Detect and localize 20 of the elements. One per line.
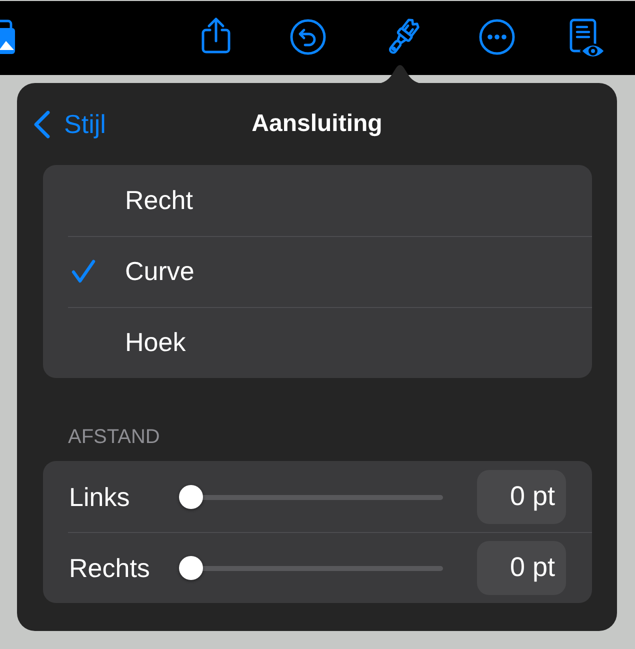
share-icon[interactable] (201, 16, 231, 54)
slider-thumb[interactable] (179, 484, 203, 508)
slider-label: Links (69, 482, 131, 512)
undo-icon[interactable] (290, 19, 326, 55)
slider-track[interactable] (179, 556, 443, 580)
section-heading: AFSTAND (68, 425, 160, 449)
value-field[interactable]: 0 pt (477, 470, 566, 524)
chevron-left-icon (32, 110, 51, 138)
slider-track[interactable] (179, 484, 443, 508)
option-item[interactable]: Curve (43, 236, 592, 307)
image-icon[interactable] (0, 18, 16, 54)
option-item[interactable]: Recht (43, 165, 592, 236)
popover-title: Aansluiting (252, 109, 382, 139)
value-field[interactable]: 0 pt (477, 540, 566, 594)
back-button[interactable]: Stijl (32, 109, 106, 139)
more-icon[interactable] (479, 19, 515, 55)
slider-thumb[interactable] (179, 556, 203, 580)
option-item[interactable]: Hoek (43, 307, 592, 378)
checkmark-icon (71, 259, 96, 284)
slider-label: Rechts (69, 552, 151, 582)
